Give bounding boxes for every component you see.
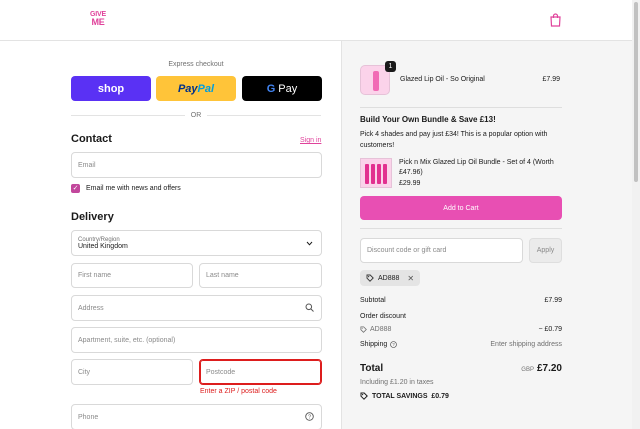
total-savings-label: TOTAL SAVINGS £0.79 [372,392,449,400]
subtotal-value: £7.99 [544,297,562,304]
discount-value: − £0.79 [538,326,562,333]
help-icon[interactable]: ? [390,341,398,348]
bundle-name: Pick n Mix Glazed Lip Oil Bundle - Set o… [399,159,554,176]
apply-label: Apply [536,247,555,254]
subtotal-row: Subtotal £7.99 [360,297,562,304]
bundle-image [360,158,392,188]
shop-pay-label: shop [97,82,125,95]
product-price: £7.99 [542,76,560,83]
google-pay-button[interactable]: G Pay [242,76,322,101]
newsletter-option[interactable]: ✓ Email me with news and offers [71,184,181,193]
total-label: Total [360,363,384,374]
applied-discount-chip: AD888 ✕ [360,270,421,286]
apply-button[interactable]: Apply [529,238,562,263]
bundle-title: Build Your Own Bundle & Save £13! [360,115,496,124]
google-pay-label: Pay [278,82,298,95]
shipping-value: Enter shipping address [490,341,562,348]
order-discount-row: Order discount [360,313,562,320]
tag-icon [360,392,368,400]
newsletter-label: Email me with news and offers [86,185,181,192]
scroll-thumb[interactable] [634,2,638,182]
discount-code-label: AD888 [370,326,392,333]
checkout-form: Express checkout shop Pay Pal G Pay OR Co… [0,41,341,429]
email-field[interactable]: Email [71,152,322,178]
bundle-description: Pick 4 shades and pay just £34! This is … [360,131,548,149]
sign-in-link[interactable]: Sign in [300,137,321,144]
paypal-button[interactable]: Pay Pal [156,76,236,101]
total-amount: GBP £7.20 [521,363,562,374]
shop-pay-button[interactable]: shop [71,76,151,101]
shipping-row: Shipping ? Enter shipping address [360,341,562,348]
svg-text:?: ? [308,415,311,421]
scrollbar[interactable] [632,0,640,429]
shipping-label: Shipping [360,341,388,348]
add-to-cart-button[interactable]: Add to Cart [360,196,562,220]
shipping-label-cell: Shipping ? [360,341,398,348]
divider [360,107,562,108]
search-icon [305,303,314,312]
apartment-placeholder: Apartment, suite, etc. (optional) [78,336,176,344]
country-select[interactable]: Country/Region United Kingdom [71,230,322,256]
order-summary: 1 Glazed Lip Oil - So Original £7.99 Bui… [341,41,632,429]
discount-placeholder: Discount code or gift card [367,247,447,254]
discount-code-row: AD888 − £0.79 [360,326,562,333]
discount-code-cell: AD888 [360,326,391,333]
delivery-title: Delivery [71,211,114,223]
shopping-bag-icon[interactable] [549,13,562,27]
paypal-label-1: Pay [177,82,198,95]
first-name-field[interactable]: First name [71,263,193,288]
google-g-icon: G [266,82,276,95]
express-checkout-title: Express checkout [168,61,224,68]
logo-line-2: ME [91,17,105,27]
city-placeholder: City [78,368,91,376]
city-field[interactable]: City [71,359,193,385]
svg-text:?: ? [393,342,396,347]
address-field[interactable]: Address [71,295,322,321]
logo[interactable]: GIVE ME [90,11,106,27]
contact-title: Contact [71,133,112,145]
postcode-field[interactable]: Postcode [199,359,322,385]
help-icon[interactable]: ? [305,412,314,421]
last-name-field[interactable]: Last name [199,263,322,288]
apartment-field[interactable]: Apartment, suite, etc. (optional) [71,327,322,353]
email-placeholder: Email [78,161,96,169]
newsletter-checkbox[interactable]: ✓ [71,184,80,193]
add-to-cart-label: Add to Cart [443,204,479,212]
total-value: £7.20 [536,363,562,374]
applied-code: AD888 [378,274,400,282]
chevron-down-icon [306,241,313,246]
total-row: Total GBP £7.20 [360,363,562,374]
paypal-label-2: Pal [197,82,215,95]
or-label: OR [190,111,202,119]
postcode-placeholder: Postcode [206,368,236,376]
first-name-placeholder: First name [78,272,112,279]
order-discount-label: Order discount [360,313,406,320]
postcode-error: Enter a ZIP / postal code [200,388,277,395]
last-name-placeholder: Last name [206,272,239,279]
quantity-badge: 1 [385,61,396,72]
product-name: Glazed Lip Oil - So Original [400,76,485,83]
divider-line [71,114,185,116]
currency-code: GBP [521,367,534,373]
tag-icon [360,326,367,333]
subtotal-label: Subtotal [360,297,386,304]
phone-field[interactable]: Phone ? [71,404,322,429]
bundle-price: £29.99 [399,180,421,187]
country-value: United Kingdom [78,242,128,250]
taxes-note: Including £1.20 in taxes [360,379,434,386]
total-savings: TOTAL SAVINGS £0.79 [360,392,449,400]
phone-placeholder: Phone [78,413,99,421]
divider [360,228,562,229]
address-placeholder: Address [78,304,104,312]
remove-discount-icon[interactable]: ✕ [407,274,414,283]
tag-icon [366,274,374,282]
header: GIVE ME [0,0,632,41]
discount-code-field[interactable]: Discount code or gift card [360,238,523,263]
divider-line [207,114,321,116]
or-divider: OR [71,110,321,120]
